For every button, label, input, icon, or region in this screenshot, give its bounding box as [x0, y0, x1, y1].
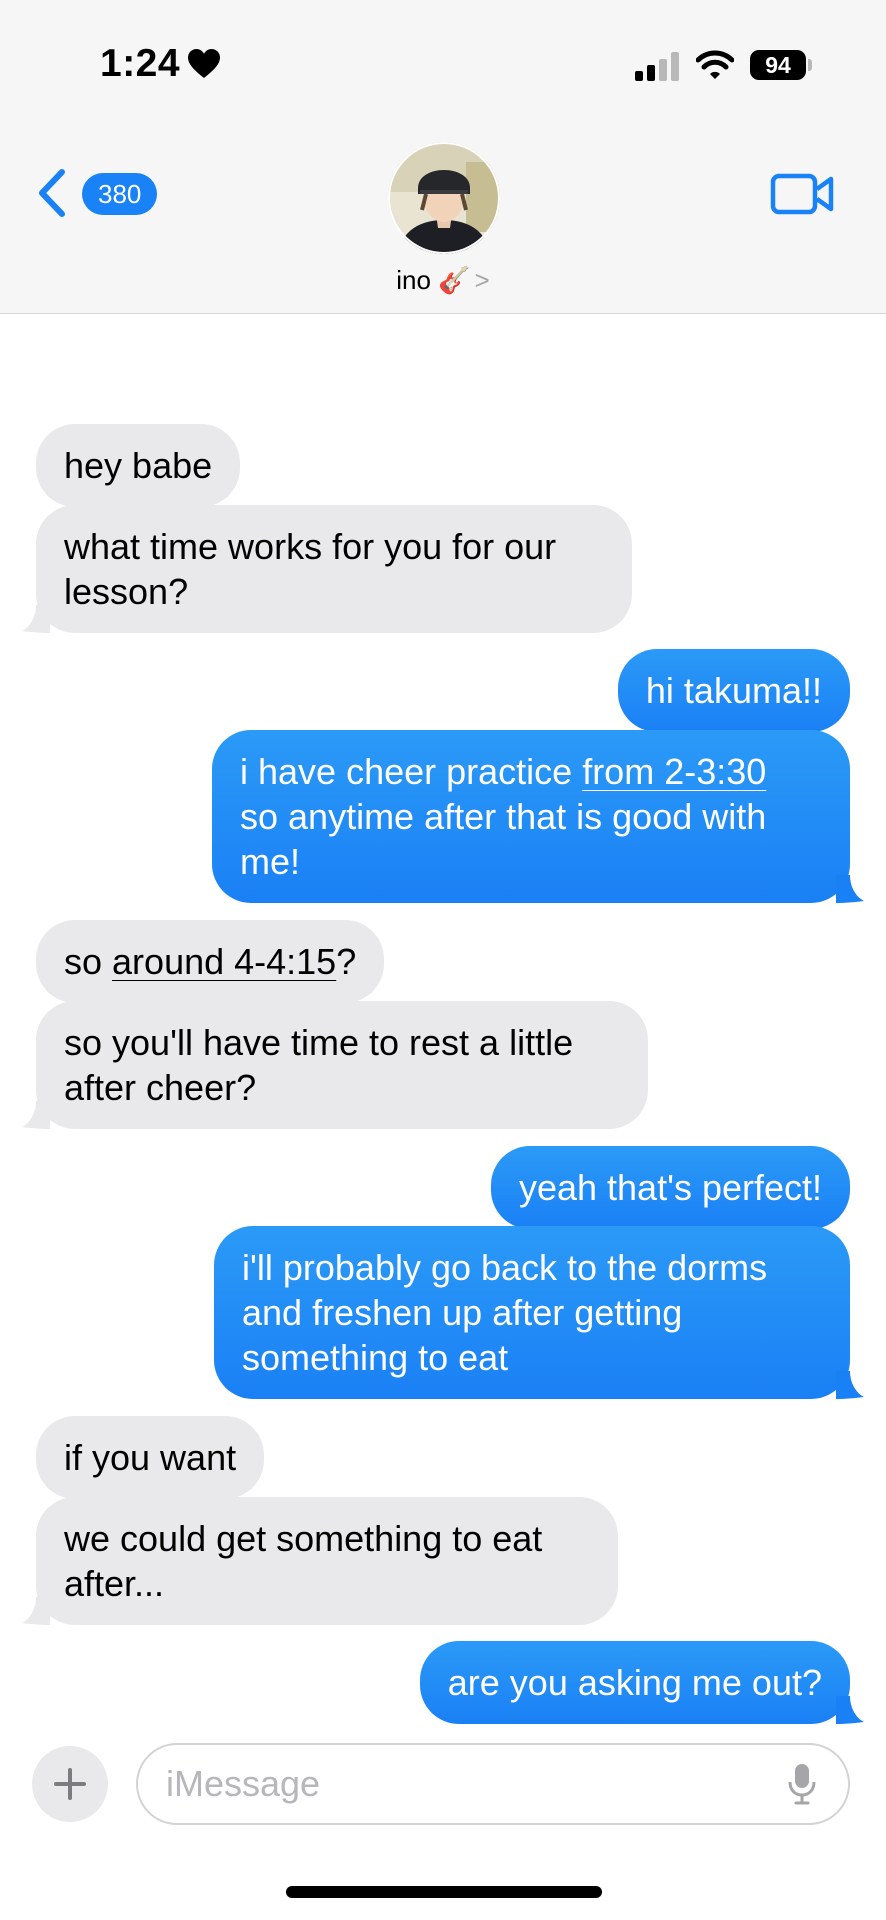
battery-indicator: 94 — [750, 50, 806, 80]
chevron-right-icon: > — [474, 265, 490, 295]
message-text-line: and freshen up after getting — [242, 1292, 683, 1333]
message-text-line: so anytime after that is good with — [240, 796, 767, 837]
message-text: hey babe — [64, 445, 213, 486]
contact-name[interactable]: ino 🎸 > — [0, 265, 886, 296]
status-bar: 1:24 94 — [0, 0, 886, 130]
message-text-line: i'll probably go back to the dorms — [242, 1247, 768, 1288]
unread-count-badge[interactable]: 380 — [82, 173, 158, 215]
imessage-placeholder: iMessage — [166, 1763, 321, 1804]
wifi-icon — [696, 50, 734, 79]
message-bubble-incoming[interactable]: hey babe — [36, 424, 241, 507]
microphone-icon[interactable] — [788, 1762, 816, 1806]
bubble-tail-icon — [836, 875, 864, 903]
message-bubble-incoming[interactable]: what time works for you for our lesson? — [22, 505, 632, 633]
message-text: hi takuma!! — [645, 670, 822, 711]
message-bubble-incoming[interactable]: we could get something to eat after... — [22, 1497, 618, 1625]
message-bubble-incoming[interactable]: so around 4-4:15? — [36, 920, 385, 1003]
message-bubble-incoming[interactable]: if you want — [36, 1416, 265, 1499]
message-bubble-outgoing[interactable]: yeah that's perfect! — [490, 1146, 850, 1229]
date-link[interactable]: from 2-3:30 — [582, 751, 766, 792]
message-text: yeah that's perfect! — [518, 1167, 822, 1208]
message-bubble-outgoing[interactable]: hi takuma!! — [617, 649, 850, 732]
contact-name-text: ino 🎸 — [396, 265, 471, 295]
imessage-input[interactable]: iMessage — [136, 1743, 850, 1825]
message-text: if you want — [64, 1437, 237, 1478]
time-link[interactable]: around 4-4:15 — [112, 941, 336, 982]
bubble-tail-icon — [836, 1371, 864, 1399]
message-text-line: we could get something to eat — [64, 1518, 543, 1559]
cellular-signal-icon — [635, 52, 679, 81]
message-bubble-incoming[interactable]: so you'll have time to rest a little aft… — [22, 1001, 648, 1129]
message-text-line: what time works for you for our — [64, 526, 557, 567]
home-indicator — [286, 1886, 602, 1898]
add-attachment-button[interactable] — [32, 1746, 108, 1822]
battery-level: 94 — [765, 51, 791, 78]
message-text: i have cheer practice — [240, 751, 583, 792]
message-text-line: so you'll have time to rest a little — [64, 1022, 574, 1063]
clock-time: 1:24 — [100, 42, 181, 85]
heart-icon — [188, 49, 221, 78]
clock: 1:24 — [100, 42, 221, 86]
bubble-tail-icon — [22, 1597, 50, 1625]
contact-avatar[interactable] — [388, 142, 500, 254]
message-bubble-outgoing[interactable]: i have cheer practice from 2-3:30 so any… — [212, 730, 864, 903]
message-text-line: i have cheer practice from 2-3:30 — [240, 749, 822, 794]
message-text-line: lesson? — [64, 571, 189, 612]
message-text: so — [64, 941, 113, 982]
message-text: ? — [336, 941, 357, 982]
plus-icon — [54, 1768, 86, 1800]
unread-count: 380 — [98, 178, 142, 209]
back-chevron-icon[interactable] — [34, 168, 70, 218]
message-bubble-outgoing[interactable]: i'll probably go back to the dorms and f… — [214, 1226, 864, 1399]
message-text-line: after... — [64, 1563, 165, 1604]
facetime-video-icon[interactable] — [770, 172, 834, 216]
bubble-tail-icon — [836, 1696, 864, 1724]
bubble-tail-icon — [22, 605, 50, 633]
battery-nub — [808, 59, 812, 71]
conversation-header: 1:24 94 380 ino 🎸 > — [0, 0, 886, 314]
message-text: are you asking me out? — [447, 1662, 822, 1703]
bubble-tail-icon — [22, 1101, 50, 1129]
message-bubble-outgoing[interactable]: are you asking me out? — [419, 1641, 864, 1724]
message-text-line: me! — [240, 841, 301, 882]
message-text-line: something to eat — [242, 1337, 509, 1378]
message-text-line: after cheer? — [64, 1067, 257, 1108]
